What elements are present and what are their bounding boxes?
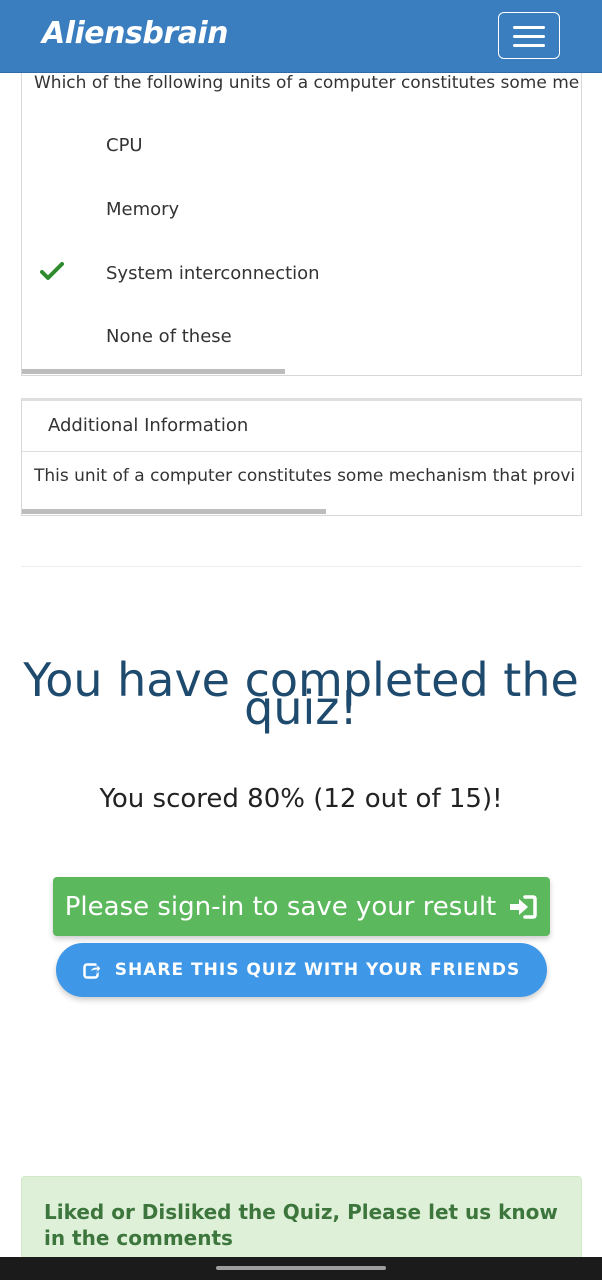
score-text: You scored 80% (12 out of 15)!	[99, 784, 503, 814]
navbar: Aliensbrain	[0, 0, 602, 73]
additional-info-text: This unit of a computer constitutes some…	[34, 466, 576, 486]
question-card: Which of the following units of a comput…	[21, 73, 582, 376]
checkmark-icon	[40, 262, 64, 280]
divider	[21, 566, 582, 567]
additional-info-card: Additional Information This unit of a co…	[21, 398, 582, 516]
feedback-alert: Liked or Disliked the Quiz, Please let u…	[21, 1176, 582, 1260]
system-navigation-bar	[0, 1257, 602, 1280]
page: Aliensbrain Which of the following units…	[0, 0, 602, 1280]
share-icon	[83, 962, 101, 979]
additional-info-heading: Additional Information	[48, 415, 249, 436]
completion-title-continued: quiz!	[244, 681, 358, 735]
signin-to-save-button[interactable]: Please sign-in to save your result	[53, 877, 550, 936]
share-button-label: SHARE THIS QUIZ WITH YOUR FRIENDS	[114, 960, 521, 980]
divider	[22, 451, 581, 452]
signin-button-label: Please sign-in to save your result	[64, 891, 497, 922]
horizontal-scrollbar[interactable]	[22, 369, 285, 374]
option-memory[interactable]: Memory	[106, 199, 179, 220]
brand-logo[interactable]: Aliensbrain	[42, 16, 229, 51]
question-text: Which of the following units of a comput…	[34, 73, 580, 93]
option-cpu[interactable]: CPU	[106, 135, 143, 156]
option-system-interconnection[interactable]: System interconnection	[106, 263, 320, 284]
option-none-of-these[interactable]: None of these	[106, 326, 232, 347]
menu-toggle-button[interactable]	[498, 12, 560, 59]
sign-in-icon	[510, 894, 537, 919]
share-quiz-button[interactable]: SHARE THIS QUIZ WITH YOUR FRIENDS	[56, 943, 547, 997]
feedback-text: Liked or Disliked the Quiz, Please let u…	[44, 1200, 558, 1250]
home-gesture-handle[interactable]	[216, 1266, 386, 1270]
horizontal-scrollbar[interactable]	[22, 509, 326, 514]
